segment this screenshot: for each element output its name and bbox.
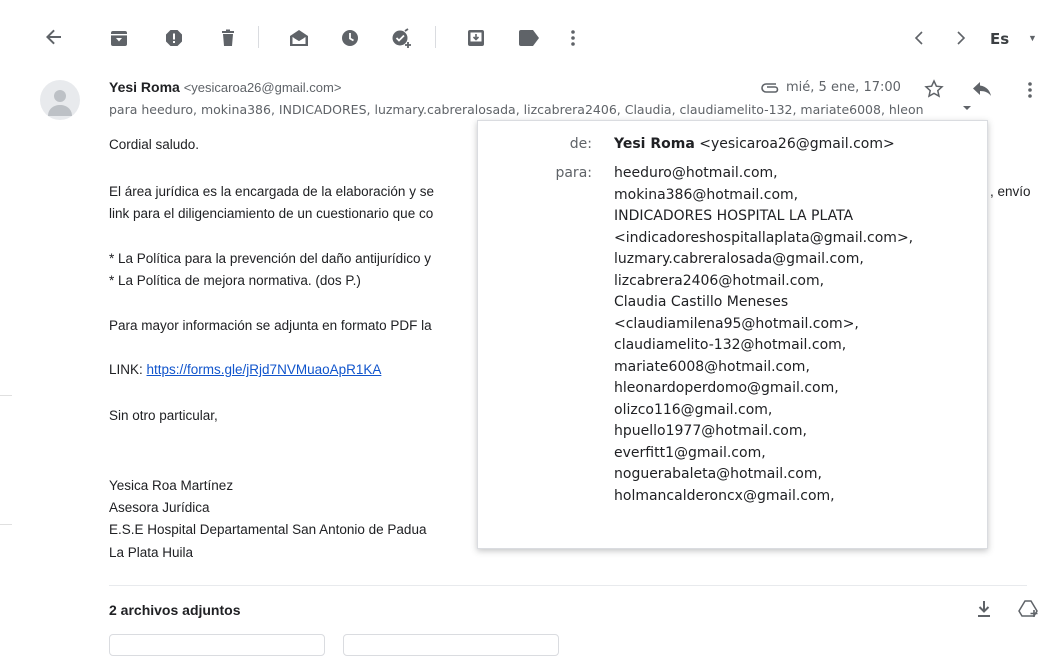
body-paragraph-line: El área jurídica es la encargada de la e… (109, 184, 434, 199)
link-label: LINK: (109, 362, 147, 377)
list-item: * La Política para la prevención del dañ… (109, 251, 431, 266)
link-line: LINK: https://forms.gle/jRjd7NVMuaoApR1K… (109, 362, 381, 377)
recipient-address: olizco116@gmail.com, (614, 401, 773, 418)
body-paragraph-line: link para el diligenciamiento de un cues… (109, 206, 434, 221)
from-name: Yesi Roma (614, 136, 695, 152)
recipient-address: <claudiamilena95@hotmail.com>, (614, 315, 859, 332)
recipient-address: hpuello1977@hotmail.com, (614, 423, 807, 439)
recipient-address: Claudia Castillo Meneses (614, 294, 789, 310)
message-more-icon[interactable] (1026, 80, 1034, 100)
attachments-divider (109, 585, 1027, 586)
recipient-address: <indicadoreshospitallaplata@gmail.com>, (614, 229, 914, 246)
reply-icon[interactable] (972, 81, 992, 97)
avatar (40, 80, 80, 120)
greeting: Cordial saludo. (109, 137, 200, 152)
recipient-address: everfitt1@gmail.com, (614, 444, 766, 461)
message-date: mié, 5 ene, 17:00 (786, 80, 901, 95)
signature-name: Yesica Roa Martínez (109, 478, 234, 493)
recipient-address: mokina386@hotmail.com, (614, 186, 799, 203)
move-to-icon[interactable] (466, 28, 486, 48)
older-chevron-icon[interactable] (956, 31, 966, 45)
body-paragraph-tail: , envío (990, 184, 1031, 199)
download-all-icon[interactable] (976, 600, 992, 618)
recipients-summary: para heeduro, mokina386, INDICADORES, lu… (109, 102, 924, 117)
newer-chevron-icon[interactable] (914, 31, 924, 45)
recipient-address: mariate6008@hotmail.com, (614, 358, 810, 375)
edge-divider (0, 524, 12, 525)
recipient-address: lizcabrera2406@hotmail.com, (614, 272, 825, 289)
signature-city: La Plata Huila (109, 545, 194, 560)
message-details-popup: de: Yesi Roma <yesicaroa26@gmail.com> pa… (477, 120, 988, 549)
recipient-address: holmancalderoncx@gmail.com, (614, 487, 835, 504)
to-label: para: (555, 165, 592, 181)
attachment-card[interactable] (343, 634, 559, 656)
signature-org: E.S.E Hospital Departamental San Antonio… (109, 522, 427, 537)
toolbar-divider (435, 26, 436, 48)
report-spam-icon[interactable] (164, 28, 184, 48)
input-language-button[interactable]: Es (990, 30, 1009, 48)
sender-name[interactable]: Yesi Roma (109, 79, 180, 95)
sender-email: <yesicaroa26@gmail.com> (183, 80, 342, 95)
recipient-address: claudiamelito-132@hotmail.com, (614, 337, 847, 353)
back-arrow-icon[interactable] (44, 27, 64, 47)
archive-icon[interactable] (109, 28, 129, 48)
attachment-card[interactable] (109, 634, 325, 656)
delete-icon[interactable] (218, 28, 238, 48)
recipient-address: noguerabaleta@hotmail.com, (614, 466, 822, 482)
recipient-address: hleonardoperdomo@gmail.com, (614, 380, 839, 396)
closing: Sin otro particular, (109, 408, 218, 423)
attachment-icon (761, 82, 781, 94)
recipient-list: heeduro@hotmail.com, mokina386@hotmail.c… (614, 163, 913, 507)
more-vert-icon[interactable] (569, 28, 577, 48)
from-label: de: (569, 136, 592, 152)
signature-role: Asesora Jurídica (109, 500, 210, 515)
recipient-address: heeduro@hotmail.com, (614, 165, 778, 181)
list-item: * La Política de mejora normativa. (dos … (109, 273, 361, 288)
save-to-drive-icon[interactable] (1018, 599, 1040, 619)
from-value: Yesi Roma <yesicaroa26@gmail.com> (614, 134, 895, 156)
recipient-address: luzmary.cabreralosada@gmail.com, (614, 251, 864, 267)
labels-icon[interactable] (518, 30, 540, 46)
add-to-tasks-icon[interactable] (391, 27, 413, 49)
star-icon[interactable] (924, 79, 944, 99)
body-paragraph-line: Para mayor información se adjunta en for… (109, 318, 432, 333)
from-email: <yesicaroa26@gmail.com> (699, 136, 895, 152)
show-details-chevron-icon[interactable] (962, 104, 972, 112)
form-link[interactable]: https://forms.gle/jRjd7NVMuaoApR1KA (147, 362, 382, 377)
toolbar-divider (258, 26, 259, 48)
sender-line: Yesi Roma <yesicaroa26@gmail.com> (109, 79, 341, 95)
recipient-address: INDICADORES HOSPITAL LA PLATA (614, 208, 854, 224)
snooze-icon[interactable] (340, 28, 360, 48)
attachments-title: 2 archivos adjuntos (109, 602, 241, 618)
chevron-down-icon[interactable]: ▼ (1028, 33, 1037, 43)
mark-unread-icon[interactable] (288, 28, 310, 48)
edge-divider (0, 395, 12, 396)
